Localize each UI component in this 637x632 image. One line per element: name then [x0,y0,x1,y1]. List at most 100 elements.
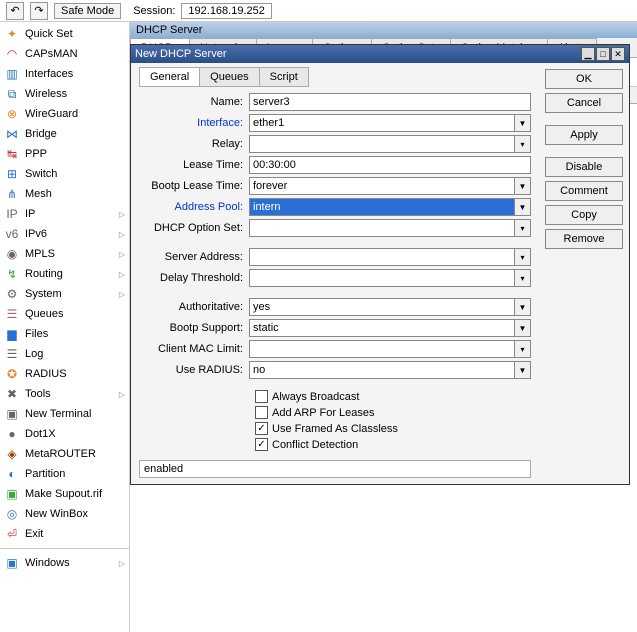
dropdown-maclimit-icon[interactable]: ▾ [515,340,531,358]
checkbox-label: Add ARP For Leases [272,407,375,419]
sidebar-item-label: Dot1X [25,428,56,440]
sidebar-item-label: CAPsMAN [25,48,78,60]
field-label-maclimit: Client MAC Limit: [139,343,249,355]
field-input-auth[interactable] [249,298,515,316]
maximize-icon[interactable]: □ [596,47,610,61]
dropdown-delay-icon[interactable]: ▾ [515,269,531,287]
field-label-bootpsup: Bootp Support: [139,322,249,334]
sidebar-item-capsman[interactable]: ◠ CAPsMAN [0,44,129,64]
field-input-srvaddr[interactable] [249,248,515,266]
sidebar-item-system[interactable]: ⚙System▷ [0,284,129,304]
minimize-icon[interactable]: ▁ [581,47,595,61]
dropdown-iface-icon[interactable]: ▼ [515,114,531,132]
sidebar-item-new-winbox[interactable]: ◎ New WinBox [0,504,129,524]
field-input-optset[interactable] [249,219,515,237]
dropdown-auth-icon[interactable]: ▼ [515,298,531,316]
ip-icon: IP [4,206,20,222]
sidebar-item-queues[interactable]: ☰Queues [0,304,129,324]
sidebar-item-tools[interactable]: ✖Tools▷ [0,384,129,404]
sidebar-item-files[interactable]: ▆Files [0,324,129,344]
checkbox-always-broadcast[interactable]: Always Broadcast [255,390,531,403]
checkbox-use-framed-as-classless[interactable]: ✓Use Framed As Classless [255,422,531,435]
sidebar-item-switch[interactable]: ⊞Switch [0,164,129,184]
queues-icon: ☰ [4,306,20,322]
sidebar-item-label: Make Supout.rif [25,488,102,500]
switch-icon: ⊞ [4,166,20,182]
sidebar-item-log[interactable]: ☰Log [0,344,129,364]
field-label-delay: Delay Threshold: [139,272,249,284]
subtab-general[interactable]: General [139,67,200,87]
checkbox-conflict-detection[interactable]: ✓ Conflict Detection [255,438,531,451]
capsman-icon: ◠ [4,46,20,62]
checkbox-label: Conflict Detection [272,439,358,451]
sidebar-item-label: Exit [25,528,43,540]
sidebar-item-interfaces[interactable]: ▥Interfaces [0,64,129,84]
field-input-bootplease[interactable] [249,177,515,195]
sidebar-item-make-supout.rif[interactable]: ▣ Make Supout.rif [0,484,129,504]
cancel-button[interactable]: Cancel [545,93,623,113]
dropdown-optset-icon[interactable]: ▾ [515,219,531,237]
sidebar-item-exit[interactable]: ⏎Exit [0,524,129,544]
field-input-relay[interactable] [249,135,515,153]
sidebar-item-label: New WinBox [25,508,88,520]
make-supout.rif-icon: ▣ [4,486,20,502]
sidebar-item-mpls[interactable]: ◉MPLS▷ [0,244,129,264]
field-input-pool[interactable] [249,198,515,216]
sidebar-item-radius[interactable]: ✪RADIUS [0,364,129,384]
sidebar-item-label: WireGuard [25,108,78,120]
field-input-name[interactable] [249,93,531,111]
sidebar-item-dot1x[interactable]: ●Dot1X [0,424,129,444]
field-input-maclimit[interactable] [249,340,515,358]
sidebar-item-wireguard[interactable]: ⊗WireGuard [0,104,129,124]
subtab-script[interactable]: Script [259,67,309,87]
sidebar-item-quick-set[interactable]: ✦Quick Set [0,24,129,44]
sidebar-item-label: Windows [25,557,70,569]
dropdown-radius-icon[interactable]: ▼ [515,361,531,379]
field-label-lease: Lease Time: [139,159,249,171]
dropdown-bootpsup-icon[interactable]: ▼ [515,319,531,337]
new-dhcp-server-dialog: New DHCP Server ▁ □ ✕ GeneralQueuesScrip… [130,44,630,485]
submenu-arrow-icon: ▷ [119,250,125,259]
sidebar-item-routing[interactable]: ↯Routing▷ [0,264,129,284]
sidebar-item-bridge[interactable]: ⋈Bridge [0,124,129,144]
tools-icon: ✖ [4,386,20,402]
bridge-icon: ⋈ [4,126,20,142]
checkbox-icon: ✓ [255,438,268,451]
close-icon[interactable]: ✕ [611,47,625,61]
sidebar-item-new-terminal[interactable]: ▣New Terminal [0,404,129,424]
field-input-lease[interactable] [249,156,531,174]
safe-mode-button[interactable]: Safe Mode [54,3,121,19]
remove-button[interactable]: Remove [545,229,623,249]
sidebar-item-ipv6[interactable]: v6IPv6▷ [0,224,129,244]
sidebar-item-windows[interactable]: ▣Windows▷ [0,553,129,573]
subtab-queues[interactable]: Queues [199,67,260,87]
sidebar-item-partition[interactable]: ◐Partition [0,464,129,484]
ok-button[interactable]: OK [545,69,623,89]
undo-button[interactable]: ↶ [6,2,24,20]
sidebar-item-wireless[interactable]: ⧉Wireless [0,84,129,104]
field-input-radius[interactable] [249,361,515,379]
sidebar-item-ppp[interactable]: ↹PPP [0,144,129,164]
apply-button[interactable]: Apply [545,125,623,145]
sidebar-item-ip[interactable]: IPIP▷ [0,204,129,224]
dropdown-pool-icon[interactable]: ▼ [515,198,531,216]
dropdown-srvaddr-icon[interactable]: ▾ [515,248,531,266]
sidebar-item-metarouter[interactable]: ◈MetaROUTER [0,444,129,464]
new-winbox-icon: ◎ [4,506,20,522]
checkbox-add-arp-for-leases[interactable]: Add ARP For Leases [255,406,531,419]
sidebar-item-mesh[interactable]: ⋔Mesh [0,184,129,204]
disable-button[interactable]: Disable [545,157,623,177]
dropdown-bootplease-icon[interactable]: ▼ [515,177,531,195]
field-input-iface[interactable] [249,114,515,132]
field-input-delay[interactable] [249,269,515,287]
dropdown-relay-icon[interactable]: ▾ [515,135,531,153]
sidebar-item-label: MPLS [25,248,55,260]
mesh-icon: ⋔ [4,186,20,202]
dialog-title: New DHCP Server [135,48,227,60]
sidebar: ✦Quick Set ◠ CAPsMAN ▥Interfaces⧉Wireless⊗W… [0,22,130,632]
comment-button[interactable]: Comment [545,181,623,201]
redo-button[interactable]: ↷ [30,2,48,20]
field-input-bootpsup[interactable] [249,319,515,337]
copy-button[interactable]: Copy [545,205,623,225]
sidebar-item-label: Wireless [25,88,67,100]
